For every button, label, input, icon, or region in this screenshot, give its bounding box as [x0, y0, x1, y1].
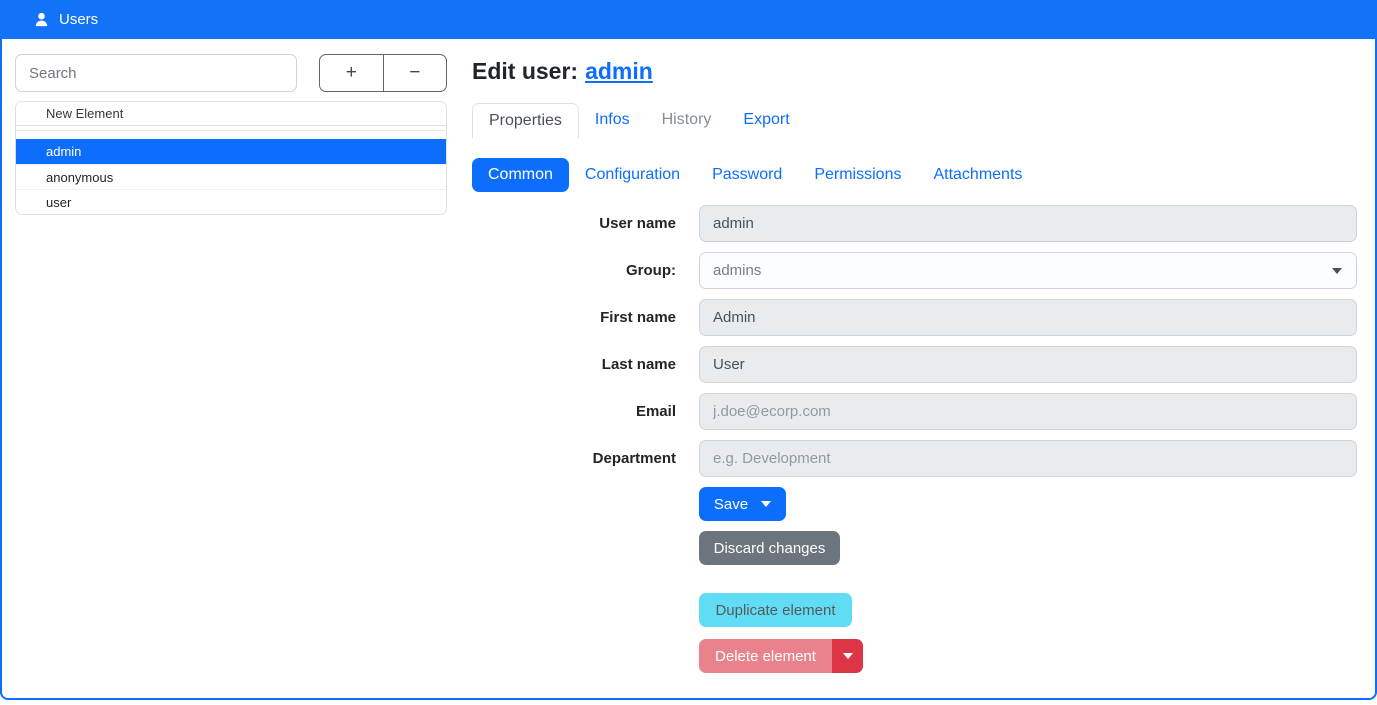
subtab-permissions[interactable]: Permissions — [798, 158, 917, 192]
delete-element-group: Delete element — [699, 639, 863, 673]
form-row-firstname: First name — [472, 299, 1357, 336]
discard-changes-button[interactable]: Discard changes — [699, 531, 840, 565]
tab-infos[interactable]: Infos — [579, 103, 646, 138]
list-item-new-element[interactable]: New Element — [16, 102, 446, 126]
save-button[interactable]: Save — [699, 487, 786, 521]
duplicate-element-button[interactable]: Duplicate element — [699, 593, 852, 627]
remove-element-button[interactable]: − — [383, 54, 448, 92]
list-item-user[interactable]: user — [16, 189, 446, 214]
list-item-empty — [16, 131, 446, 139]
subtab-password[interactable]: Password — [696, 158, 798, 192]
delete-caret-icon — [843, 653, 853, 659]
lastname-label: Last name — [472, 356, 676, 373]
form-row-email: Email — [472, 393, 1357, 430]
app-title: Users — [59, 11, 98, 28]
firstname-label: First name — [472, 309, 676, 326]
tab-properties[interactable]: Properties — [472, 103, 579, 138]
list-toolbar: + − — [319, 54, 447, 92]
email-label: Email — [472, 403, 676, 420]
tab-history: History — [646, 103, 728, 138]
list-item-admin[interactable]: admin — [16, 139, 446, 164]
form-row-department: Department — [472, 440, 1357, 477]
edited-user-link[interactable]: admin — [585, 58, 653, 84]
delete-element-button[interactable]: Delete element — [699, 639, 832, 673]
form-row-lastname: Last name — [472, 346, 1357, 383]
tab-export[interactable]: Export — [727, 103, 805, 138]
department-field[interactable] — [699, 440, 1357, 477]
email-field[interactable] — [699, 393, 1357, 430]
top-navbar: Users — [0, 0, 1377, 39]
properties-subtabs: Common Configuration Password Permission… — [472, 158, 1038, 192]
lastname-field[interactable] — [699, 346, 1357, 383]
group-label: Group: — [472, 262, 676, 279]
save-button-label: Save — [714, 496, 748, 513]
list-item-anonymous[interactable]: anonymous — [16, 164, 446, 189]
main-tabs: Properties Infos History Export — [472, 103, 806, 138]
search-input[interactable] — [15, 54, 297, 92]
page-title: Edit user: admin — [472, 58, 653, 85]
add-element-button[interactable]: + — [319, 54, 384, 92]
username-field[interactable] — [699, 205, 1357, 242]
form-row-group: Group: admins — [472, 252, 1357, 289]
firstname-field[interactable] — [699, 299, 1357, 336]
save-caret-icon — [761, 501, 771, 507]
form-actions: Save Discard changes Duplicate element D… — [699, 487, 1357, 673]
subtab-attachments[interactable]: Attachments — [917, 158, 1038, 192]
subtab-configuration[interactable]: Configuration — [569, 158, 696, 192]
page-title-prefix: Edit user: — [472, 58, 578, 84]
subtab-common[interactable]: Common — [472, 158, 569, 192]
group-select[interactable]: admins — [699, 252, 1357, 289]
select-caret-icon — [1332, 268, 1342, 274]
form-row-username: User name — [472, 205, 1357, 242]
group-select-value: admins — [713, 262, 761, 279]
element-list: New Element admin anonymous user — [15, 101, 447, 215]
user-form: User name Group: admins First name Last … — [472, 205, 1357, 673]
username-label: User name — [472, 215, 676, 232]
delete-dropdown-toggle[interactable] — [832, 639, 863, 673]
user-icon — [33, 11, 50, 28]
department-label: Department — [472, 450, 676, 467]
